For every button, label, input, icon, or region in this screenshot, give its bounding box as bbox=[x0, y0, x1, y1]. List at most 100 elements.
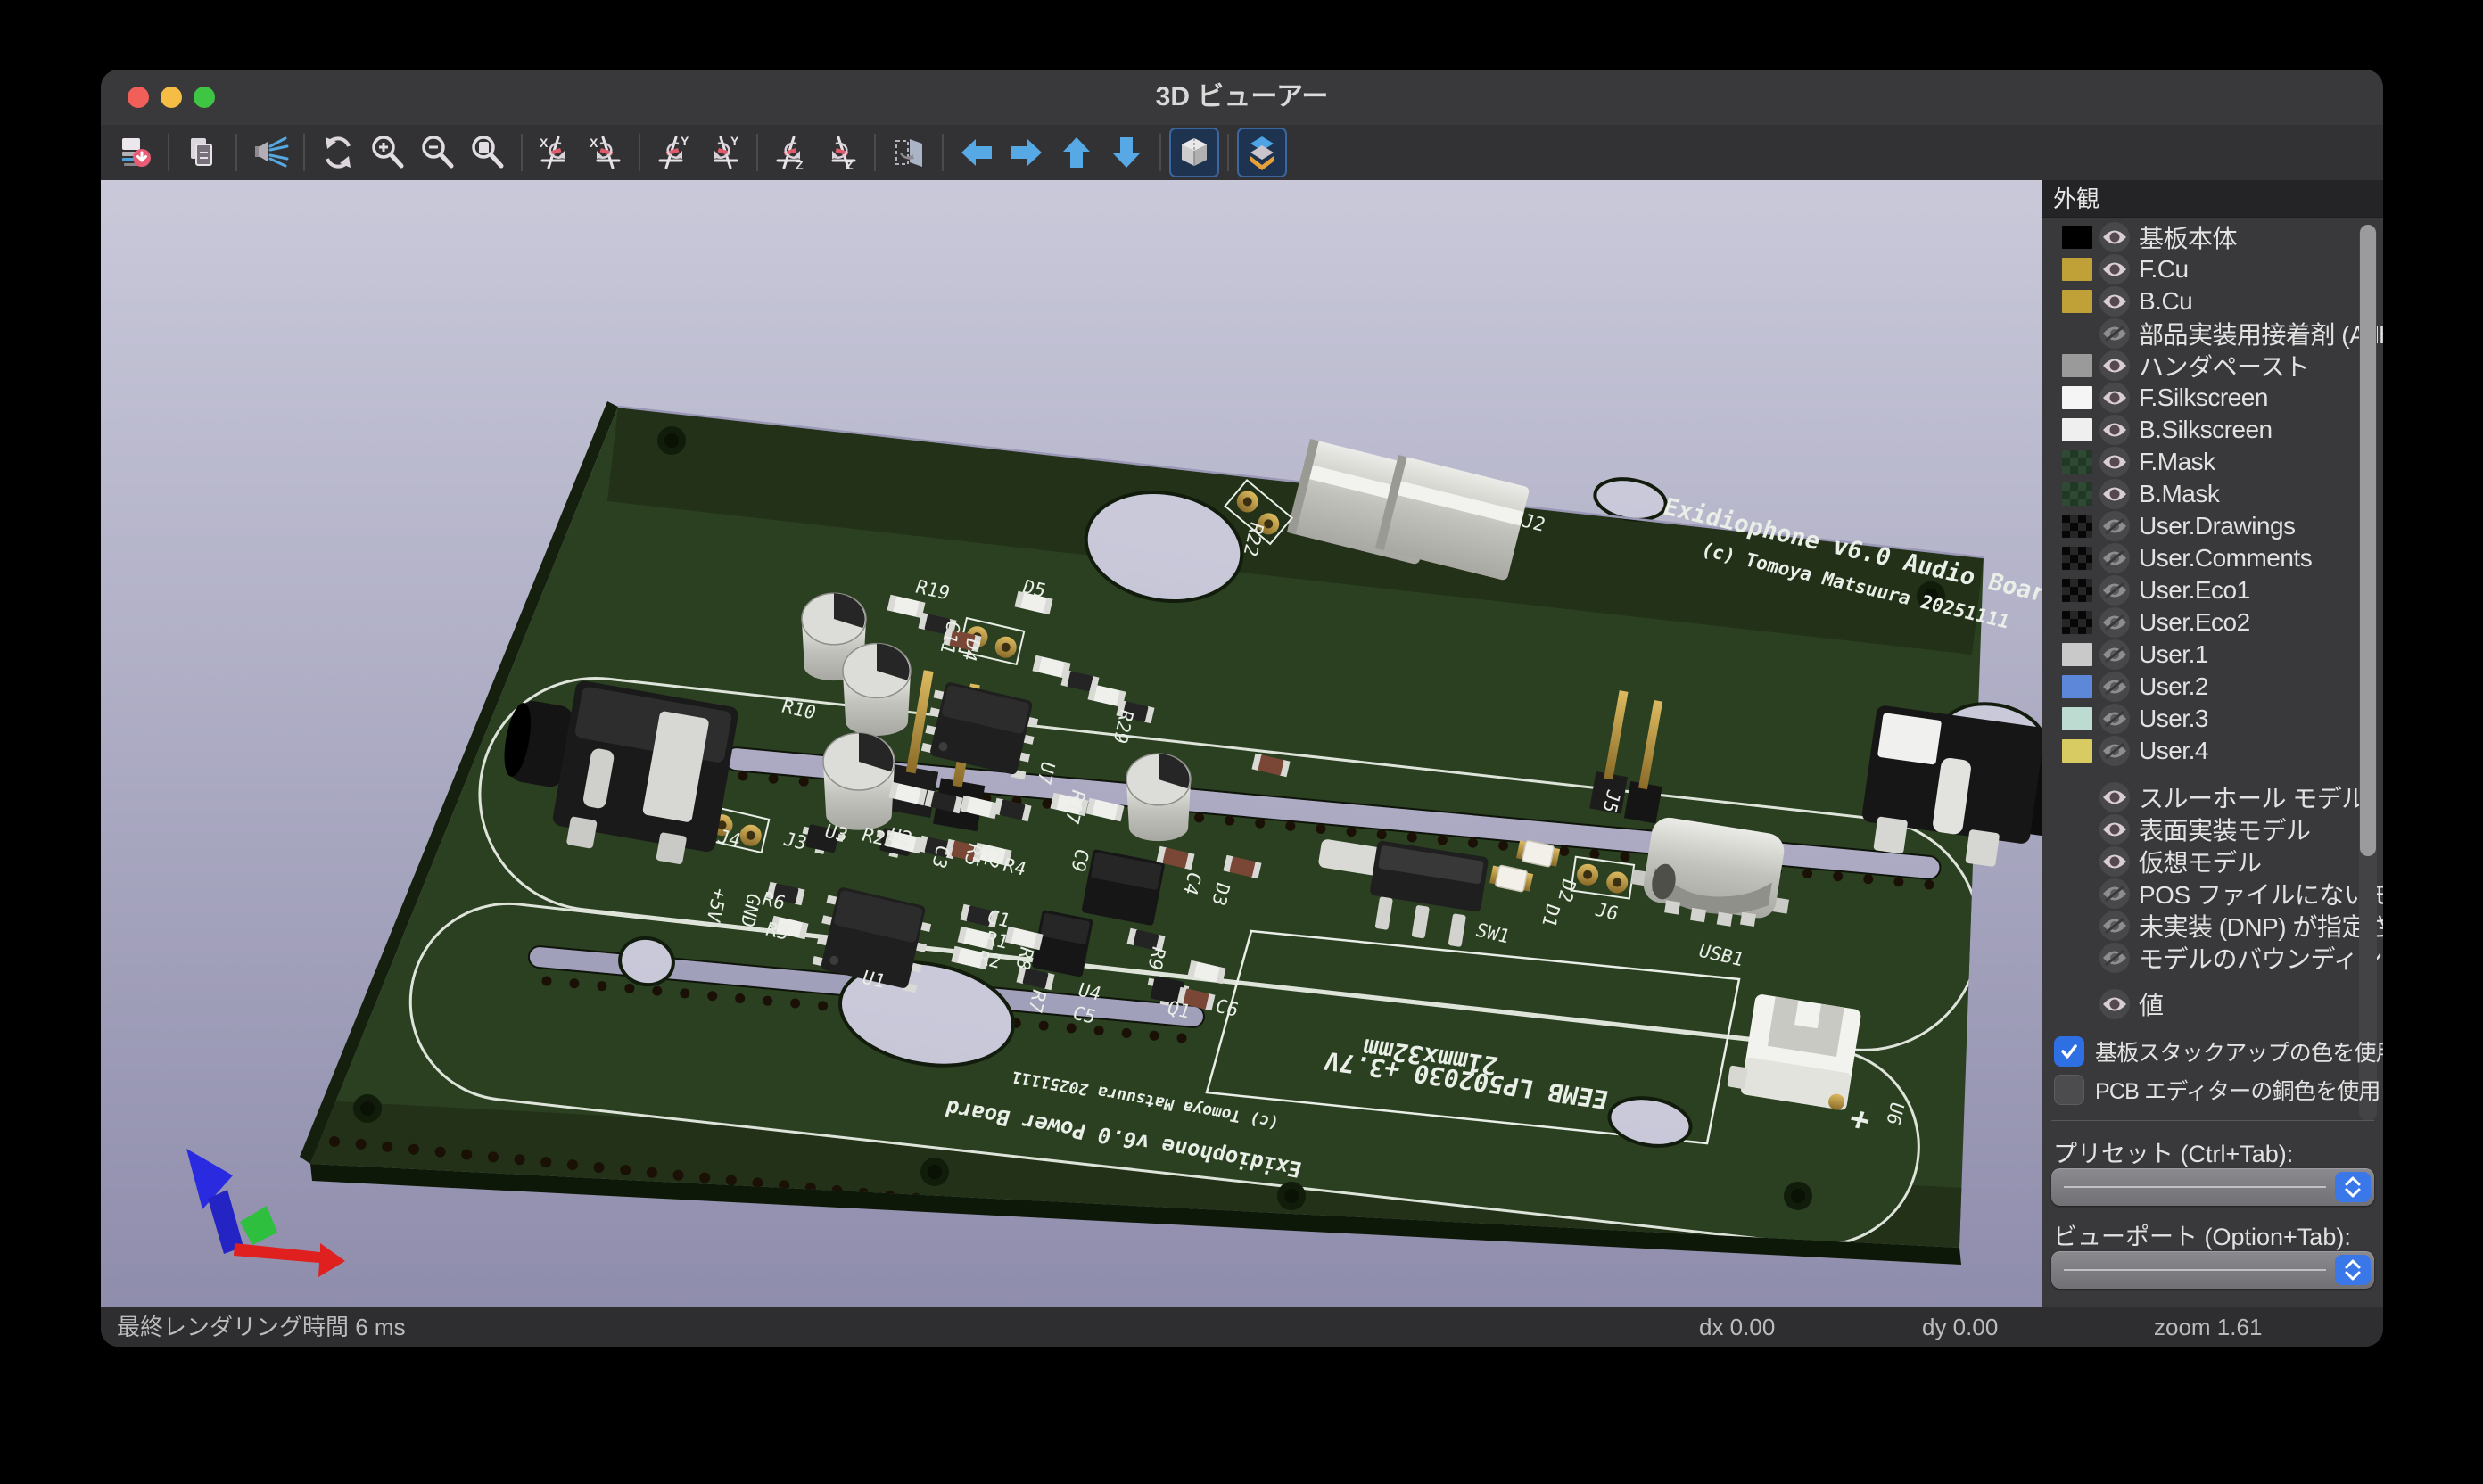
toolbar-rotate-y-cw-button[interactable]: Y bbox=[648, 128, 698, 177]
toolbar-pan-up-button[interactable] bbox=[1052, 128, 1101, 177]
model-option-row: 未実装 (DNP) が指定され bbox=[2042, 910, 2383, 942]
layer-color-swatch[interactable] bbox=[2062, 643, 2092, 666]
layer-color-swatch[interactable] bbox=[2062, 450, 2092, 474]
flip-board-icon bbox=[890, 134, 928, 171]
rotate-x-cw-icon: X bbox=[537, 134, 574, 171]
layer-visibility-toggle[interactable] bbox=[2099, 350, 2130, 381]
check-icon bbox=[2058, 1041, 2080, 1062]
layer-color-swatch[interactable] bbox=[2062, 354, 2092, 377]
layer-visibility-toggle[interactable] bbox=[2099, 736, 2130, 766]
model-visibility-toggle[interactable] bbox=[2099, 846, 2130, 877]
layer-color-swatch[interactable] bbox=[2062, 258, 2092, 281]
title-bar: 3D ビューアー bbox=[101, 70, 2383, 126]
layer-visibility-toggle[interactable] bbox=[2099, 672, 2130, 702]
layer-visibility-toggle[interactable] bbox=[2099, 383, 2130, 413]
model-visibility-toggle[interactable] bbox=[2099, 878, 2130, 909]
eye-visible-icon bbox=[2101, 994, 2128, 1014]
layer-visibility-toggle[interactable] bbox=[2099, 318, 2130, 349]
layer-visibility-toggle[interactable] bbox=[2099, 607, 2130, 638]
toolbar-rotate-x-ccw-button[interactable]: X bbox=[581, 128, 631, 177]
layer-visibility-toggle[interactable] bbox=[2099, 447, 2130, 477]
layer-color-swatch[interactable] bbox=[2062, 579, 2092, 602]
layer-row-基板本体: 基板本体 bbox=[2042, 221, 2383, 253]
layer-row-F.Silkscreen: F.Silkscreen bbox=[2042, 382, 2383, 414]
render-current-view-icon bbox=[252, 134, 289, 171]
model-visibility-toggle[interactable] bbox=[2099, 814, 2130, 845]
toolbar-zoom-in-button[interactable] bbox=[363, 128, 413, 177]
layer-visibility-toggle[interactable] bbox=[2099, 415, 2130, 445]
toolbar-zoom-to-fit-button[interactable] bbox=[463, 128, 513, 177]
toolbar-reload-board-button[interactable] bbox=[110, 128, 160, 177]
use-pcb-copper-colors-checkbox[interactable] bbox=[2054, 1075, 2084, 1105]
layer-visibility-toggle[interactable] bbox=[2099, 222, 2130, 252]
layer-visibility-toggle[interactable] bbox=[2099, 543, 2130, 573]
svg-text:X: X bbox=[590, 136, 598, 150]
viewport-dropdown-stepper-icon[interactable] bbox=[2335, 1255, 2371, 1285]
toolbar-pan-right-button[interactable] bbox=[1002, 128, 1052, 177]
toolbar-rotate-x-cw-button[interactable]: X bbox=[531, 128, 581, 177]
viewport-label: ビューポート (Option+Tab): bbox=[2053, 1217, 2351, 1252]
pcb-3d-render[interactable]: Exidiophone v6.0 Audio Board(c) Tomoya M… bbox=[101, 180, 2042, 1307]
layer-visibility-toggle[interactable] bbox=[2099, 511, 2130, 541]
layer-color-swatch[interactable] bbox=[2062, 290, 2092, 313]
toolbar-pan-left-button[interactable] bbox=[952, 128, 1002, 177]
pan-down-icon bbox=[1108, 134, 1145, 171]
layer-color-swatch[interactable] bbox=[2062, 739, 2092, 763]
preset-dropdown-stepper-icon[interactable] bbox=[2335, 1172, 2371, 1202]
toolbar-separator bbox=[756, 134, 758, 171]
layer-visibility-toggle[interactable] bbox=[2099, 639, 2130, 670]
layer-color-swatch[interactable] bbox=[2062, 418, 2092, 441]
svg-text:Y: Y bbox=[730, 134, 739, 148]
eye-visible-icon bbox=[2101, 787, 2128, 807]
value-visibility-toggle[interactable] bbox=[2099, 989, 2130, 1019]
layer-color-swatch[interactable] bbox=[2062, 386, 2092, 409]
3d-viewport[interactable]: Exidiophone v6.0 Audio Board(c) Tomoya M… bbox=[101, 180, 2042, 1307]
toolbar-pan-down-button[interactable] bbox=[1101, 128, 1151, 177]
toolbar-rotate-z-cw-button[interactable]: Z bbox=[766, 128, 816, 177]
preset-dropdown[interactable] bbox=[2051, 1168, 2374, 1206]
toolbar-zoom-out-button[interactable] bbox=[413, 128, 463, 177]
appearance-panel-header: 外観 bbox=[2042, 180, 2383, 218]
eye-hidden-icon bbox=[2101, 677, 2128, 697]
model-visibility-toggle[interactable] bbox=[2099, 782, 2130, 812]
layer-visibility-toggle[interactable] bbox=[2099, 575, 2130, 606]
model-visibility-toggle[interactable] bbox=[2099, 911, 2130, 941]
toolbar-redraw-button[interactable] bbox=[313, 128, 363, 177]
panel-divider bbox=[2051, 1120, 2374, 1121]
panel-scrollbar-thumb[interactable] bbox=[2360, 225, 2376, 856]
layer-color-swatch[interactable] bbox=[2062, 515, 2092, 538]
toolbar-copy-image-button[interactable] bbox=[177, 128, 227, 177]
pan-right-icon bbox=[1008, 134, 1045, 171]
layer-visibility-toggle[interactable] bbox=[2099, 254, 2130, 284]
toolbar: X X Y Y ZZ bbox=[101, 125, 2383, 180]
toolbar-rotate-z-ccw-button[interactable]: Z bbox=[816, 128, 866, 177]
toolbar-flip-board-button[interactable] bbox=[884, 128, 934, 177]
layer-visibility-toggle[interactable] bbox=[2099, 479, 2130, 509]
layer-row-User.3: User.3 bbox=[2042, 703, 2383, 735]
panel-scrollbar[interactable] bbox=[2359, 225, 2377, 1121]
toolbar-separator bbox=[874, 134, 876, 171]
layer-color-swatch[interactable] bbox=[2062, 675, 2092, 698]
layer-color-swatch[interactable] bbox=[2062, 707, 2092, 730]
layer-row-User.Eco2: User.Eco2 bbox=[2042, 606, 2383, 639]
toolbar-orthographic-projection-button[interactable] bbox=[1169, 128, 1219, 177]
toolbar-render-current-view-button[interactable] bbox=[245, 128, 295, 177]
viewport-dropdown[interactable] bbox=[2051, 1251, 2374, 1289]
layer-color-swatch[interactable] bbox=[2062, 611, 2092, 634]
eye-hidden-icon bbox=[2101, 516, 2128, 536]
layer-color-swatch[interactable] bbox=[2062, 226, 2092, 249]
toolbar-appearance-manager-button[interactable] bbox=[1237, 128, 1287, 177]
toolbar-rotate-y-ccw-button[interactable]: Y bbox=[698, 128, 748, 177]
orthographic-projection-icon bbox=[1176, 134, 1213, 171]
reload-board-icon bbox=[116, 134, 153, 171]
use-pcb-copper-colors-row: PCB エディターの銅色を使用 bbox=[2054, 1074, 2380, 1106]
layer-row-User.Eco1: User.Eco1 bbox=[2042, 574, 2383, 606]
zoom-status: zoom 1.61 bbox=[2154, 1307, 2262, 1347]
use-stackup-colors-checkbox[interactable] bbox=[2054, 1036, 2084, 1067]
layer-visibility-toggle[interactable] bbox=[2099, 704, 2130, 734]
layer-color-swatch[interactable] bbox=[2062, 482, 2092, 506]
model-visibility-toggle[interactable] bbox=[2099, 943, 2130, 973]
layer-visibility-toggle[interactable] bbox=[2099, 286, 2130, 317]
dy-status: dy 0.00 bbox=[1922, 1307, 1998, 1347]
layer-color-swatch[interactable] bbox=[2062, 547, 2092, 570]
